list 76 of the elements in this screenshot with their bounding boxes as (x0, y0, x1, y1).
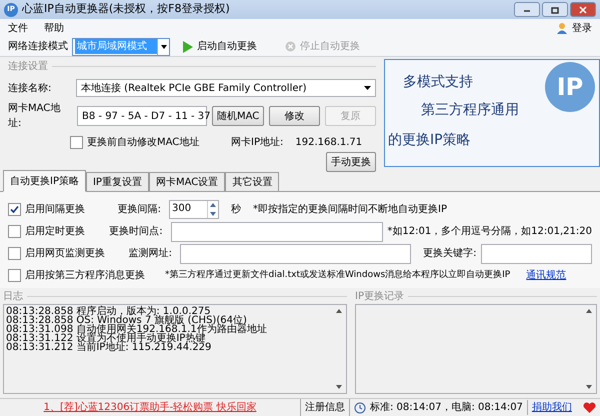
time-status: 标准: 08:14:07，电脑: 08:14:07 (369, 400, 524, 415)
check-icon (10, 205, 19, 214)
checkbox-label: 启用按第三方程序消息更换 (25, 268, 146, 283)
url-input[interactable] (180, 244, 412, 264)
login-button[interactable]: 登录 (556, 20, 592, 36)
note-text: *如12:01，多个用逗号分隔，如12:01,21:20 (387, 224, 592, 239)
section-title: 日志 (3, 290, 23, 304)
note-text: *第三方程序通过更新文件dial.txt或发送标准Windows消息给本程序以立即自动更换IP (165, 268, 510, 282)
time-points-input[interactable] (170, 222, 384, 242)
checkbox-label: 启用网页监测更换 (25, 246, 106, 261)
user-icon (556, 22, 568, 34)
field-label: 更换间隔: (116, 203, 161, 217)
caret-icon (364, 86, 371, 90)
field-label: 更换时间点: (108, 224, 163, 239)
field-label: 更换关键字: (423, 246, 477, 261)
window-title: 心蓝IP自动更换器(未授权，按F8登录授权) (22, 1, 231, 18)
mac-action-button[interactable]: 随机MAC (212, 106, 264, 126)
stop-icon (285, 41, 296, 52)
banner-text: 第三方程序通用 (421, 101, 519, 120)
log-line: 08:13:28.858 OS: Windows 7 旗舰版 (CHS)(64位) (6, 316, 247, 325)
keyword-input[interactable] (480, 244, 592, 264)
group-title: 连接设置 (8, 60, 48, 74)
down-arrow-icon (210, 212, 216, 216)
down-arrow-icon (586, 385, 592, 389)
checkbox[interactable] (8, 269, 21, 282)
up-arrow-icon (210, 203, 216, 208)
banner-text: 的更换IP策略 (388, 131, 471, 150)
donate-link[interactable]: 捐助我们 (526, 400, 576, 415)
ad-link[interactable]: 1、[荐]心蓝12306订票助手-轻松购票 快乐回家 (44, 400, 256, 415)
banner-text: 多模式支持 (403, 73, 473, 92)
checkbox-label: 启用间隔更换 (25, 202, 86, 217)
caret-icon (160, 44, 166, 48)
field-label: 监测网址: (128, 246, 172, 261)
interval-spinner[interactable]: 300 (169, 200, 219, 219)
mac-input[interactable]: B8 - 97 - 5A - D7 - 11 - 37 (77, 106, 207, 126)
checkbox-label: 更换前自动修改MAC地址 (87, 136, 200, 150)
menu-item[interactable]: 文件 (8, 20, 28, 36)
heart-icon (583, 402, 596, 414)
note-text: *即按指定的更换间隔时间不断地自动更换IP (253, 202, 447, 217)
up-arrow-icon (586, 309, 592, 313)
tab[interactable]: 网卡MAC设置 (148, 172, 226, 192)
checkbox[interactable] (8, 247, 21, 260)
section-title: IP更换记录 (355, 290, 404, 304)
connection-dropdown[interactable]: 本地连接 (Realtek PCIe GBE Family Controller) (76, 79, 376, 97)
checkbox[interactable] (8, 225, 21, 238)
close-button[interactable] (570, 2, 596, 17)
log-line: 08:13:31.098 自动使用网关192.168.1.1作为路由器地址 (6, 325, 268, 334)
maximize-icon (549, 4, 561, 14)
start-button[interactable]: 启动自动更换 (182, 39, 257, 54)
up-arrow-icon (336, 309, 342, 313)
close-icon (577, 4, 589, 14)
field-label: 连接名称: (8, 82, 52, 96)
clock-icon (354, 402, 366, 414)
tab[interactable]: IP重复设置 (86, 172, 149, 192)
register-info-button[interactable]: 注册信息 (300, 399, 349, 416)
maximize-button[interactable] (542, 2, 568, 17)
mac-action-button[interactable]: 修改 (269, 106, 320, 126)
play-icon (182, 40, 193, 52)
down-arrow-icon (336, 385, 342, 389)
checkbox[interactable] (8, 203, 21, 216)
checkbox-label: 启用定时更换 (25, 224, 86, 239)
menu-item[interactable]: 帮助 (44, 20, 64, 36)
tab[interactable]: 其它设置 (225, 172, 280, 192)
field-label: 网卡IP地址: (231, 136, 284, 150)
tab[interactable]: 自动更换IP策略 (3, 170, 86, 192)
ip-logo: IP (545, 62, 595, 112)
unit-label: 秒 (231, 202, 241, 217)
log-line: 08:13:28.858 程序启动，版本为: 1.0.0.275 (6, 307, 211, 316)
log-line: 08:13:31.212 当前IP地址: 115.219.44.229 (6, 343, 212, 352)
ip-address: 192.168.1.71 (295, 136, 362, 150)
manual-change-button[interactable]: 手动更换 (326, 152, 376, 172)
protocol-link[interactable]: 通讯规范 (526, 268, 566, 283)
checkbox[interactable] (70, 136, 83, 149)
field-label: 网卡MAC地址: (8, 102, 62, 131)
log-line: 08:13:31.122 设置为不使用手动更换IP热键 (6, 334, 206, 343)
mode-label: 网络连接模式 (8, 40, 68, 54)
